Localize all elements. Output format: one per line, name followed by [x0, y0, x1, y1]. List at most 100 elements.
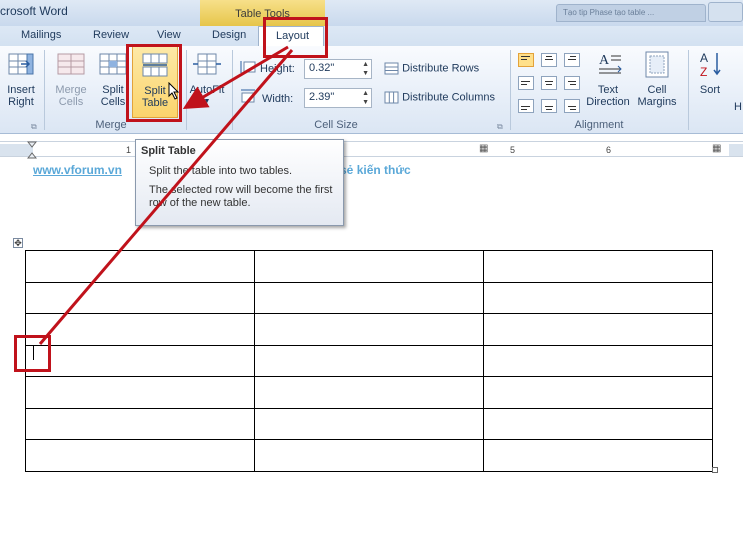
distribute-rows-button[interactable]: Distribute Rows — [384, 62, 479, 75]
group-separator — [44, 50, 45, 130]
window-control-button[interactable] — [708, 2, 743, 22]
table-cell[interactable] — [483, 376, 713, 409]
insert-right-button[interactable]: Insert Right — [2, 50, 40, 108]
sort-label: Sort — [699, 84, 721, 96]
height-input[interactable]: 0.32" ▲ ▼ — [304, 59, 372, 79]
text-direction-line2: Direction — [586, 96, 630, 108]
group-separator — [186, 50, 187, 130]
watermark-link[interactable]: www.vforum.vn — [33, 163, 122, 177]
table-cell[interactable] — [25, 344, 255, 377]
table-cell[interactable] — [254, 281, 484, 314]
align-top-left-icon[interactable] — [518, 53, 534, 67]
column-marker-icon[interactable]: ▦ — [479, 143, 488, 154]
text-direction-icon: A — [599, 53, 622, 74]
table-cell[interactable] — [25, 313, 255, 346]
table-cell[interactable] — [254, 439, 484, 472]
table-cell[interactable] — [254, 313, 484, 346]
ribbon-panel: Insert Right ⧉ Merge Cells Split Cells S… — [0, 46, 743, 134]
align-bottom-right-icon[interactable] — [564, 99, 580, 113]
table-resize-handle[interactable] — [712, 467, 718, 473]
table-cell[interactable] — [483, 250, 713, 283]
table-cell[interactable] — [25, 250, 255, 283]
table-cell[interactable] — [483, 281, 713, 314]
tooltip-title: Split Table — [141, 145, 196, 157]
distribute-columns-button[interactable]: Distribute Columns — [384, 91, 495, 104]
table-cell[interactable] — [483, 344, 713, 377]
column-marker-icon[interactable]: ▦ — [712, 143, 721, 154]
align-bottom-left-icon[interactable] — [518, 99, 534, 113]
document-table — [25, 250, 713, 472]
insert-right-icon — [8, 53, 34, 75]
cell-size-dialog-launcher-icon[interactable]: ⧉ — [497, 122, 503, 132]
rows-columns-dialog-launcher-icon[interactable]: ⧉ — [31, 122, 37, 132]
align-center-icon[interactable] — [541, 76, 557, 90]
table-cell[interactable] — [25, 376, 255, 409]
ribbon-tab-bar: Mailings Review View Design — [0, 26, 743, 46]
table-row — [25, 376, 713, 409]
alignment-group-label: Alignment — [574, 119, 624, 131]
height-spinner-icon[interactable]: ▲ ▼ — [362, 60, 369, 78]
width-input[interactable]: 2.39" ▲ ▼ — [304, 88, 372, 108]
ruler-mark-1: 1 — [126, 145, 132, 155]
table-column-width-icon — [241, 89, 255, 103]
height-label: Height: — [260, 63, 295, 75]
table-cell[interactable] — [25, 407, 255, 440]
table-cell[interactable] — [254, 344, 484, 377]
table-cell[interactable] — [25, 281, 255, 314]
annotation-box-cursor — [14, 335, 51, 372]
sort-icon: A Z — [700, 51, 721, 79]
autofit-button[interactable]: AutoFit ▼ — [188, 50, 226, 108]
group-separator — [688, 50, 689, 130]
width-spinner-icon[interactable]: ▲ ▼ — [362, 89, 369, 107]
ruler-margin-right — [729, 144, 743, 156]
table-cell[interactable] — [483, 407, 713, 440]
align-top-center-icon[interactable] — [541, 53, 557, 67]
table-cell[interactable] — [254, 376, 484, 409]
table-move-handle-icon[interactable]: ✥ — [13, 238, 23, 248]
table-cell[interactable] — [254, 407, 484, 440]
title-bar: crosoft Word Table Tools Tạo tip Phase t… — [0, 0, 743, 26]
tab-design[interactable]: Design — [212, 29, 246, 41]
insert-right-line2: Right — [8, 96, 34, 108]
horizontal-ruler[interactable]: 1 5 6 ▦ ▦ — [0, 141, 743, 159]
indent-marker-icon[interactable] — [27, 141, 37, 159]
ruler-mark-5: 5 — [510, 145, 516, 155]
table-cell[interactable] — [25, 439, 255, 472]
align-bottom-center-icon[interactable] — [541, 99, 557, 113]
table-cell[interactable] — [483, 439, 713, 472]
text-direction-button[interactable]: A Text Direction — [584, 50, 632, 108]
split-table-tooltip: Split Table Split the table into two tab… — [135, 139, 344, 226]
cell-margins-button[interactable]: Cell Margins — [633, 50, 681, 108]
tooltip-detail: The selected row will become the first r… — [149, 184, 333, 209]
sort-button[interactable]: A Z Sort — [692, 50, 728, 96]
merge-cells-line2: Cells — [58, 96, 84, 108]
table-cell[interactable] — [254, 250, 484, 283]
table-row — [25, 407, 713, 440]
annotation-box-layout — [263, 17, 328, 58]
table-row-height-icon — [240, 61, 256, 73]
split-cells-icon — [99, 53, 127, 75]
annotation-box-split-table — [126, 44, 182, 122]
distribute-columns-label: Distribute Columns — [402, 91, 495, 104]
autofit-label: AutoFit — [189, 84, 225, 96]
tab-mailings[interactable]: Mailings — [21, 29, 61, 41]
cell-margins-line1: Cell — [647, 84, 667, 96]
align-top-right-icon[interactable] — [564, 53, 580, 67]
cell-margins-line2: Margins — [637, 96, 677, 108]
merge-cells-button[interactable]: Merge Cells — [52, 50, 90, 108]
background-window-tab[interactable]: Tạo tip Phase tạo table ... — [556, 4, 706, 22]
table-row — [25, 313, 713, 346]
table-cell[interactable] — [483, 313, 713, 346]
distribute-rows-label: Distribute Rows — [402, 62, 480, 75]
word-window: crosoft Word Table Tools Tạo tip Phase t… — [0, 0, 743, 535]
tab-view[interactable]: View — [157, 29, 181, 41]
group-separator — [510, 50, 511, 130]
align-center-left-icon[interactable] — [518, 76, 534, 90]
align-center-right-icon[interactable] — [564, 76, 580, 90]
svg-text:A: A — [599, 53, 610, 68]
autofit-icon — [193, 53, 221, 75]
autofit-dropdown-icon: ▼ — [203, 98, 211, 105]
width-value: 2.39" — [309, 91, 335, 103]
tab-review[interactable]: Review — [93, 29, 129, 41]
merge-cells-line1: Merge — [55, 84, 87, 96]
